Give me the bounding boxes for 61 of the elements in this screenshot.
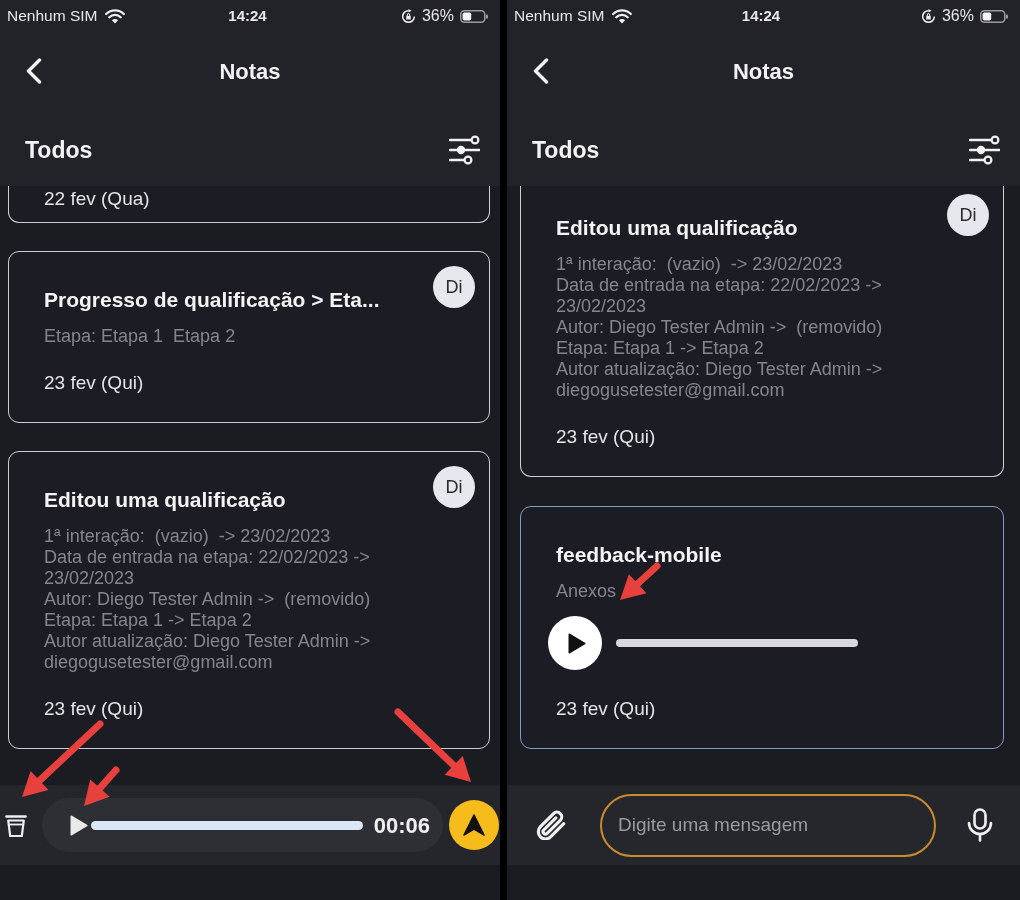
- change-detail-text: Autor: Diego Tester Admin -> (removido): [44, 589, 371, 610]
- attachments-label: Anexos: [556, 581, 617, 602]
- note-date: 22 fev (Qua): [44, 188, 150, 210]
- audio-progress-track[interactable]: [616, 639, 858, 647]
- wifi-icon: [105, 8, 126, 24]
- note-card[interactable]: [520, 186, 1004, 477]
- carrier-text: Nenhum SIM: [7, 6, 98, 27]
- note-card[interactable]: Di Progresso de qualificação > Eta... Etapa: Etapa 1 Etapa 2 23 fev (Qui): [8, 251, 490, 423]
- battery-icon: [980, 9, 1008, 23]
- trash-icon[interactable]: [5, 812, 27, 838]
- change-detail-text: 1ª interação: (vazio) -> 23/02/2023: [556, 254, 843, 275]
- screen-title: Notas: [219, 57, 281, 86]
- note-date: 23 fev (Qui): [556, 698, 656, 720]
- battery-percent: 36%: [941, 6, 974, 26]
- play-icon[interactable]: [568, 632, 586, 654]
- duration-text: 00:06: [373, 811, 430, 840]
- filter-label: Todos: [532, 135, 600, 165]
- note-title: Progresso de qualificação > Eta...: [44, 288, 380, 312]
- battery-percent: 36%: [421, 6, 454, 26]
- audio-progress-track[interactable]: [91, 820, 363, 830]
- change-detail-text: Autor atualização: Diego Tester Admin -> diegogusetester@gmail.com: [556, 359, 884, 401]
- microphone-icon[interactable]: [966, 808, 994, 842]
- change-detail-text: Data de entrada na etapa: 22/02/2023 -> 23/02/2023: [44, 547, 371, 589]
- carrier-text: Nenhum SIM: [514, 6, 605, 27]
- change-detail-text: Etapa: Etapa 1 -> Etapa 2: [556, 338, 764, 359]
- note-title: Editou uma qualificação: [44, 488, 286, 512]
- arrowhead-icon[interactable]: [463, 814, 485, 836]
- send-button[interactable]: [449, 800, 499, 850]
- note-title: Editou uma qualificação: [556, 216, 798, 240]
- avatar: Di: [433, 466, 475, 508]
- note-card[interactable]: feedback-mobile Anexos 23 fev (Qui): [520, 506, 1004, 749]
- change-detail-text: Autor atualização: Diego Tester Admin -> diegogusetester@gmail.com: [44, 631, 372, 673]
- note-date: 23 fev (Qui): [44, 372, 144, 394]
- note-card[interactable]: [8, 451, 490, 749]
- clock-time: 14:24: [228, 5, 267, 26]
- play-button[interactable]: [548, 616, 602, 670]
- change-detail-text: Etapa: Etapa 1 -> Etapa 2: [44, 610, 252, 631]
- note-date: 23 fev (Qui): [556, 426, 656, 448]
- rotation-lock-icon: [920, 8, 936, 24]
- annotation-arrow: [620, 562, 661, 600]
- note-title: feedback-mobile: [556, 543, 722, 567]
- note-date: 23 fev (Qui): [44, 698, 144, 720]
- chevron-left-icon[interactable]: [26, 58, 42, 84]
- clock-time: 14:24: [741, 5, 781, 26]
- change-detail-text: Data de entrada na etapa: 22/02/2023 -> 23/02/2023: [556, 275, 883, 317]
- change-detail-text: Autor: Diego Tester Admin -> (removido): [556, 317, 883, 338]
- avatar: Di: [947, 194, 989, 236]
- sliders-icon[interactable]: [449, 135, 480, 165]
- message-input[interactable]: Digite uma mensagem: [600, 793, 936, 857]
- avatar: Di: [433, 266, 475, 308]
- change-detail-text: Etapa: Etapa 1 Etapa 2: [44, 326, 236, 347]
- screen-title: Notas: [732, 57, 795, 86]
- change-detail-text: 1ª interação: (vazio) -> 23/02/2023: [44, 526, 331, 547]
- filter-label: Todos: [25, 135, 93, 165]
- wifi-icon: [612, 8, 633, 24]
- battery-icon: [460, 9, 488, 23]
- note-card[interactable]: 22 fev (Qua): [8, 186, 490, 223]
- rotation-lock-icon: [400, 8, 416, 24]
- paperclip-icon[interactable]: [536, 810, 566, 840]
- sliders-icon[interactable]: [969, 135, 1000, 165]
- chevron-left-icon[interactable]: [533, 58, 549, 84]
